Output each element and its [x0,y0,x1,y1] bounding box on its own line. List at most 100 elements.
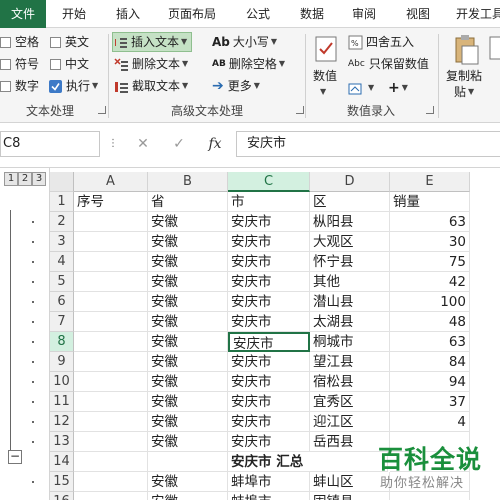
next-icon-button[interactable] [488,32,500,68]
table-cell[interactable]: 大观区 [310,232,390,252]
table-cell[interactable]: 安庆市 [228,432,310,452]
table-cell[interactable]: 安徽 [148,312,228,332]
table-cell[interactable]: 94 [390,372,470,392]
table-cell[interactable] [74,352,148,372]
tab-insert[interactable]: 插入 [106,0,150,28]
table-cell[interactable] [74,432,148,452]
table-cell[interactable] [74,412,148,432]
table-cell[interactable] [74,332,148,352]
table-cell[interactable]: 安庆市 [228,312,310,332]
column-header-e[interactable]: E [390,172,470,192]
extract-text-button[interactable]: 截取文本 ▼ [114,76,188,96]
row-header[interactable]: 3 [50,232,74,252]
table-cell[interactable]: 安庆市 [228,232,310,252]
confirm-icon[interactable]: ✓ [166,131,192,157]
table-cell[interactable] [74,212,148,232]
table-cell[interactable] [148,452,228,472]
number-checkbox[interactable]: 数字 [0,76,39,96]
table-cell[interactable]: 潜山县 [310,292,390,312]
table-cell[interactable]: 安庆市 汇总 [228,452,388,472]
table-cell[interactable]: 序号 [74,192,148,212]
table-cell[interactable]: 75 [390,252,470,272]
keep-values-button[interactable]: Abc 只保留数值 [348,54,429,74]
row-header[interactable]: 15 [50,472,74,492]
outline-level-3-button[interactable]: 3 [32,172,46,186]
row-header[interactable]: 13 [50,432,74,452]
row-header[interactable]: 9 [50,352,74,372]
table-cell[interactable]: 42 [390,272,470,292]
row-header[interactable]: 6 [50,292,74,312]
table-cell[interactable]: 太湖县 [310,312,390,332]
row-header[interactable]: 4 [50,252,74,272]
row-header[interactable]: 16 [50,492,74,500]
select-all-corner[interactable] [50,172,74,192]
row-header[interactable]: 1 [50,192,74,212]
row-header[interactable]: 2 [50,212,74,232]
advanced-group-launcher-icon[interactable] [296,106,304,114]
outline-level-1-button[interactable]: 1 [4,172,18,186]
table-cell[interactable] [74,272,148,292]
table-cell[interactable]: 安庆市 [228,272,310,292]
table-cell[interactable]: 30 [390,232,470,252]
copy-paste-label-2[interactable]: 贴 ▼ [454,82,474,102]
table-cell[interactable] [74,372,148,392]
table-cell[interactable]: 销量 [390,192,470,212]
table-cell[interactable]: 安庆市 [228,352,310,372]
table-cell[interactable] [74,472,148,492]
formula-input[interactable]: 安庆市 [236,131,500,157]
tab-review[interactable]: 审阅 [342,0,386,28]
table-cell[interactable] [74,292,148,312]
tab-file[interactable]: 文件 [0,0,46,28]
row-header[interactable]: 12 [50,412,74,432]
table-cell[interactable]: 安庆市 [228,292,310,312]
table-cell[interactable]: 宜秀区 [310,392,390,412]
name-box-dropdown-icon[interactable]: ⋮ [100,131,126,157]
table-cell[interactable]: 安庆市 [228,332,310,352]
number-group-launcher-icon[interactable] [426,106,434,114]
table-cell[interactable]: 望江县 [310,352,390,372]
chinese-checkbox[interactable]: 中文 [50,54,89,74]
case-button[interactable]: Ab 大小写 ▼ [212,32,277,52]
symbol-checkbox[interactable]: 符号 [0,54,39,74]
space-checkbox[interactable]: 空格 [0,32,39,52]
table-cell[interactable]: 安庆市 [228,212,310,232]
tab-developer[interactable]: 开发工具 [450,0,500,28]
table-cell[interactable]: 枞阳县 [310,212,390,232]
column-header-a[interactable]: A [74,172,148,192]
table-cell[interactable]: 48 [390,312,470,332]
table-cell[interactable]: 安徽 [148,372,228,392]
name-box[interactable]: C8 [0,131,100,157]
table-cell[interactable]: 4 [390,412,470,432]
insert-text-button[interactable]: I 插入文本 ▼ [112,32,193,52]
insert-function-button[interactable]: fx [202,131,228,157]
table-cell[interactable]: 安徽 [148,212,228,232]
table-cell[interactable] [74,452,148,472]
table-cell[interactable]: 安徽 [148,432,228,452]
fill-tool-button[interactable]: ▼ [348,78,374,98]
text-group-launcher-icon[interactable] [98,106,106,114]
table-cell[interactable]: 100 [390,292,470,312]
table-cell[interactable]: 63 [390,212,470,232]
table-cell[interactable]: 怀宁县 [310,252,390,272]
table-cell[interactable]: 安徽 [148,392,228,412]
table-cell[interactable]: 安徽 [148,292,228,312]
table-cell[interactable]: 蚌埠市 [228,492,310,500]
table-cell[interactable]: 安徽 [148,272,228,292]
value-icon-button[interactable] [310,32,344,68]
table-cell[interactable]: 蚌埠市 [228,472,310,492]
row-header[interactable]: 5 [50,272,74,292]
table-cell[interactable]: 安徽 [148,332,228,352]
collapse-group-button[interactable]: − [8,450,22,464]
table-cell[interactable]: 安徽 [148,252,228,272]
table-cell[interactable]: 区 [310,192,390,212]
delete-space-button[interactable]: AB 删除空格 ▼ [212,54,285,74]
table-cell[interactable] [74,392,148,412]
table-cell[interactable]: 桐城市 [310,332,390,352]
table-cell[interactable]: 安徽 [148,492,228,500]
round-button[interactable]: % 四舍五入 [348,32,414,52]
table-cell[interactable]: 安庆市 [228,412,310,432]
table-cell[interactable]: 安庆市 [228,372,310,392]
english-checkbox[interactable]: 英文 [50,32,89,52]
execute-button[interactable]: 执行 ▼ [48,76,98,96]
row-header[interactable]: 10 [50,372,74,392]
